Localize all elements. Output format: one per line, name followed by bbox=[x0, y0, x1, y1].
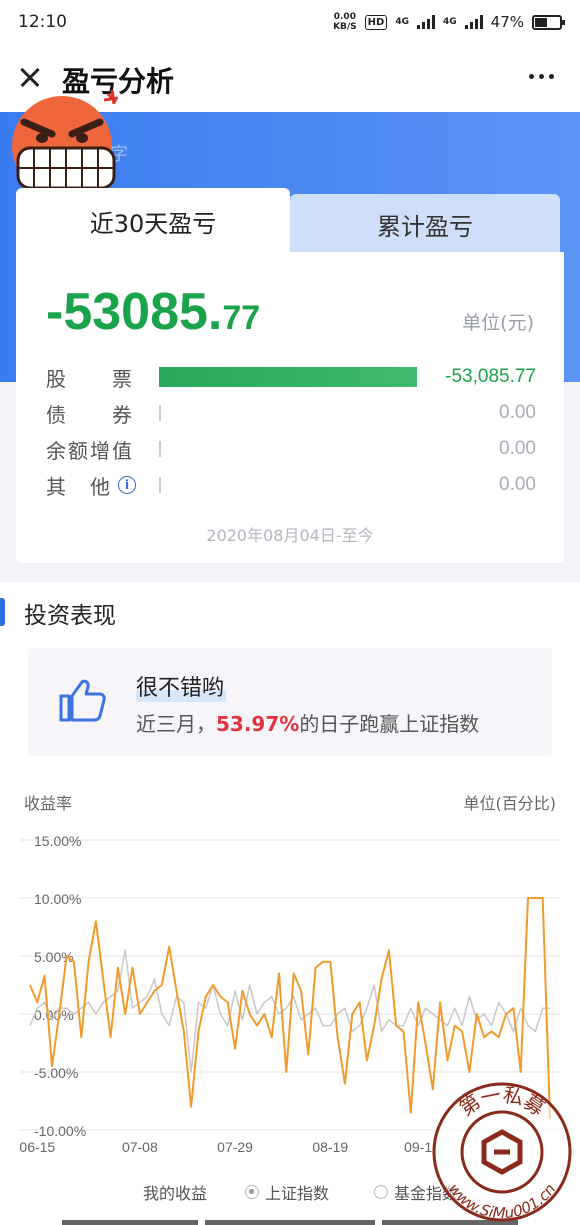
watermark-seal: 第一私募 www.SiMu001.cn bbox=[432, 1082, 572, 1222]
legend-label: 我的收益 bbox=[143, 1184, 208, 1203]
breakdown-row-stock: 股 票 -53,085.77 bbox=[46, 362, 536, 392]
battery-icon bbox=[532, 14, 565, 30]
breakdown-row-balance-yield: 余额增值 0.00 bbox=[46, 434, 536, 464]
total-pnl-decimal: 77 bbox=[222, 299, 261, 337]
x-tick-label: 07-29 bbox=[217, 1139, 253, 1155]
total-pnl-integer: -53085. bbox=[46, 283, 223, 341]
angry-emoji-sticker bbox=[12, 89, 118, 196]
pnl-card: 累计盈亏 近30天盈亏 -53085.77 单位(元) 股 票 -53,085.… bbox=[16, 188, 564, 563]
hd-voice-icon: HD bbox=[364, 14, 388, 30]
breakdown-label: 股 票 bbox=[46, 366, 134, 391]
breakdown-label: 其 他 bbox=[46, 474, 112, 499]
section-accent bbox=[0, 598, 5, 626]
section-title: 投资表现 bbox=[24, 603, 116, 629]
network-type-1: 4G bbox=[395, 17, 409, 27]
net-speed-unit: KB/S bbox=[333, 22, 357, 32]
breakdown-label: 债 券 bbox=[46, 402, 134, 427]
date-range: 2020年08月04日-至今 bbox=[206, 526, 374, 545]
performance-desc-prefix: 近三月， bbox=[136, 712, 216, 736]
net-speed-value: 0.00 bbox=[333, 12, 356, 22]
legend-my-return[interactable]: 我的收益 bbox=[143, 1180, 207, 1204]
battery-percent: 47% bbox=[490, 13, 524, 31]
signal-2-icon bbox=[464, 15, 483, 29]
performance-headline: 很不错哟 bbox=[136, 670, 227, 702]
y-tick-label: 10.00% bbox=[34, 891, 81, 907]
radio-unselected-icon bbox=[374, 1185, 388, 1199]
performance-desc-suffix: 的日子跑赢上证指数 bbox=[299, 712, 480, 736]
breakdown-row-other: 其 他 i 0.00 bbox=[46, 470, 536, 500]
status-icons: 0.00 KB/S HD 4G 4G 47% bbox=[333, 12, 565, 32]
breakdown-value: 0.00 bbox=[499, 474, 536, 495]
breakdown-label: 余额增值 bbox=[46, 438, 134, 463]
pnl-card-body: -53085.77 单位(元) 股 票 -53,085.77 债 券 0.00 … bbox=[16, 252, 564, 563]
clock: 12:10 bbox=[18, 12, 67, 32]
breakdown-value: 0.00 bbox=[499, 438, 536, 459]
x-tick-label: 08-19 bbox=[312, 1139, 348, 1155]
total-pnl-amount: -53085.77 bbox=[46, 282, 260, 342]
tab-30-day-pnl[interactable]: 近30天盈亏 bbox=[16, 188, 290, 254]
legend-sse-index[interactable]: 上证指数 bbox=[245, 1180, 329, 1204]
unit-label: 单位(元) bbox=[462, 312, 534, 334]
breakdown-row-bond: 债 券 0.00 bbox=[46, 398, 536, 428]
breakdown-value: -53,085.77 bbox=[445, 366, 536, 387]
status-bar: 12:10 0.00 KB/S HD 4G 4G 47% bbox=[0, 0, 580, 44]
signal-1-icon bbox=[417, 15, 435, 29]
breakdown-bar-other bbox=[159, 477, 161, 493]
y-tick-label: 15.00% bbox=[34, 833, 81, 849]
y-tick-label: -5.00% bbox=[34, 1065, 78, 1081]
network-type-2: 4G bbox=[443, 17, 457, 27]
y-tick-label: -10.00% bbox=[34, 1123, 86, 1139]
x-tick-label: 06-15 bbox=[19, 1139, 55, 1155]
breakdown-bar-bond bbox=[159, 405, 161, 421]
performance-win-rate: 53.97% bbox=[216, 712, 300, 736]
thumbs-up-icon bbox=[59, 679, 106, 722]
section-header: 投资表现 bbox=[0, 594, 580, 630]
more-options-icon[interactable] bbox=[529, 74, 554, 79]
net-speed: 0.00 KB/S bbox=[333, 12, 357, 32]
breakdown-label-other: 其 他 i bbox=[46, 471, 158, 500]
breakdown-value: 0.00 bbox=[499, 402, 536, 423]
x-tick-label: 07-08 bbox=[122, 1139, 158, 1155]
tab-cumulative-pnl[interactable]: 累计盈亏 bbox=[290, 194, 560, 254]
performance-card: 很不错哟 近三月，53.97%的日子跑赢上证指数 bbox=[28, 648, 552, 756]
performance-description: 近三月，53.97%的日子跑赢上证指数 bbox=[136, 708, 479, 737]
info-icon[interactable]: i bbox=[118, 476, 136, 494]
breakdown-bar-stock bbox=[159, 367, 417, 387]
radio-selected-icon bbox=[245, 1185, 259, 1199]
legend-label: 上证指数 bbox=[265, 1184, 330, 1203]
breakdown-bar-balance-yield bbox=[159, 441, 161, 457]
